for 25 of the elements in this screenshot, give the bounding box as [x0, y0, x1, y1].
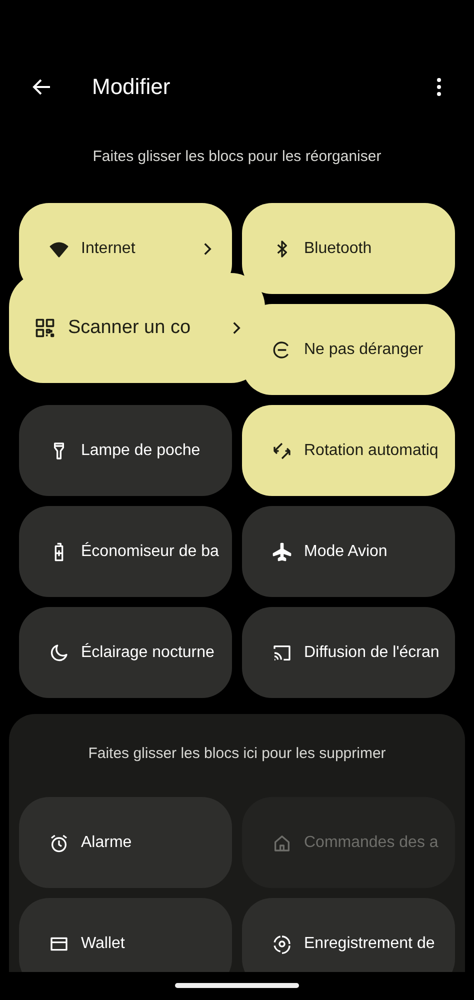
remove-hint: Faites glisser les blocs ici pour les supprimer — [87, 744, 387, 764]
cast-icon — [272, 642, 292, 662]
quick-settings-tile[interactable]: Enregistrement de — [242, 898, 455, 972]
page-title: Modifier — [92, 74, 172, 100]
rotate-icon — [272, 440, 292, 460]
quick-settings-tile[interactable]: Alarme — [19, 797, 232, 888]
quick-settings-tile[interactable]: Rotation automatiq — [242, 405, 455, 496]
chevron-icon — [232, 321, 241, 335]
airplane-icon — [272, 542, 292, 562]
quick-settings-tile[interactable]: Mode Avion — [242, 506, 455, 597]
moon-icon — [49, 642, 69, 662]
more-options-button[interactable] — [436, 77, 442, 97]
quick-settings-tile[interactable]: Bluetooth — [242, 203, 455, 294]
quick-settings-tile[interactable]: Diffusion de l'écran — [242, 607, 455, 698]
qr-code-icon — [34, 317, 56, 339]
alarm-clock-icon — [49, 832, 69, 852]
quick-settings-tile[interactable]: Économiseur de ba — [19, 506, 232, 597]
home-icon — [272, 832, 292, 852]
quick-settings-tile[interactable]: Wallet — [19, 898, 232, 972]
screen-record-icon — [272, 934, 292, 954]
chevron-icon — [203, 242, 212, 256]
quick-settings-tile[interactable]: Éclairage nocturne — [19, 607, 232, 698]
dragged-tile-overlay[interactable]: Scanner un co — [9, 273, 265, 383]
reorder-hint: Faites glisser les blocs pour les réorganiser — [92, 147, 382, 167]
quick-settings-tile[interactable]: Lampe de poche — [19, 405, 232, 496]
